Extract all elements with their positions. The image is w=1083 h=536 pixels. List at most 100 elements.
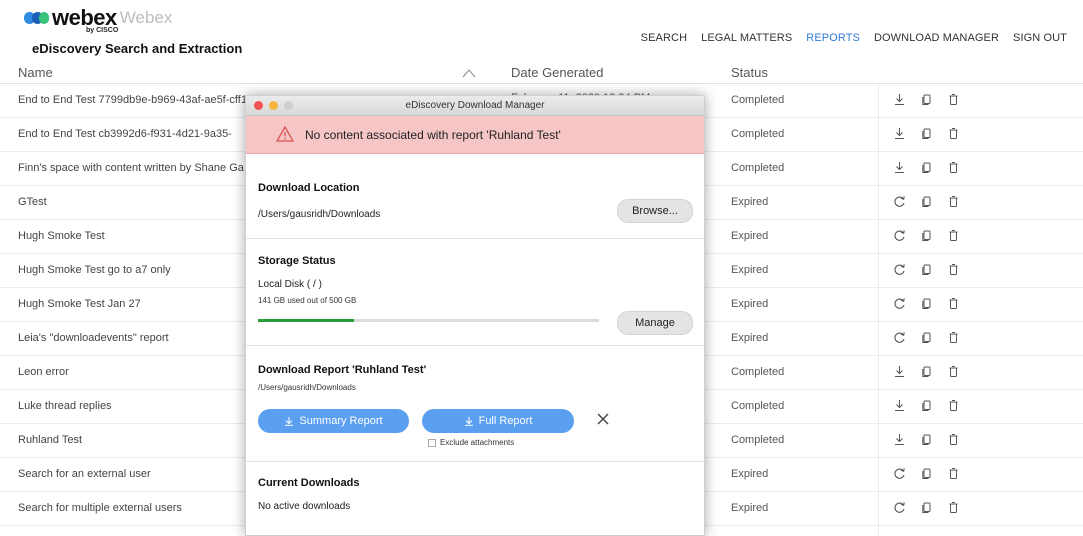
nav-reports[interactable]: REPORTS xyxy=(806,32,860,44)
copy-icon[interactable] xyxy=(920,433,933,446)
copy-icon[interactable] xyxy=(920,127,933,140)
app-title: eDiscovery Search and Extraction xyxy=(32,41,243,56)
refresh-icon[interactable] xyxy=(893,229,906,242)
dialog-title: eDiscovery Download Manager xyxy=(405,100,545,111)
nav-search[interactable]: SEARCH xyxy=(641,32,687,44)
refresh-icon[interactable] xyxy=(893,467,906,480)
report-status: Completed xyxy=(731,162,785,174)
report-name[interactable]: Hugh Smoke Test Jan 27 xyxy=(18,298,141,310)
browse-button[interactable]: Browse... xyxy=(617,199,693,223)
copy-icon[interactable] xyxy=(920,195,933,208)
nav-legal-matters[interactable]: LEGAL MATTERS xyxy=(701,32,792,44)
refresh-icon[interactable] xyxy=(893,331,906,344)
copy-icon[interactable] xyxy=(920,501,933,514)
manage-button[interactable]: Manage xyxy=(617,311,693,335)
delete-icon[interactable] xyxy=(947,501,960,514)
report-status: Expired xyxy=(731,298,769,310)
row-actions xyxy=(893,433,960,446)
column-header-date[interactable]: Date Generated xyxy=(511,65,604,80)
logo-block: webex Webex by CISCO eDiscovery Search a… xyxy=(18,3,296,65)
error-alert: No content associated with report 'Ruhla… xyxy=(246,116,704,154)
storage-progress-fill xyxy=(258,319,355,322)
summary-report-button[interactable]: Summary Report xyxy=(258,409,409,433)
report-status: Expired xyxy=(731,264,769,276)
report-name[interactable]: Search for an external user xyxy=(18,468,151,480)
delete-icon[interactable] xyxy=(947,161,960,174)
nav-sign-out[interactable]: SIGN OUT xyxy=(1013,32,1067,44)
row-actions xyxy=(893,93,960,106)
delete-icon[interactable] xyxy=(947,229,960,242)
report-status: Completed xyxy=(731,400,785,412)
report-name[interactable]: Finn's space with content written by Sha… xyxy=(18,162,244,174)
report-status: Expired xyxy=(731,468,769,480)
delete-icon[interactable] xyxy=(947,365,960,378)
alert-message: No content associated with report 'Ruhla… xyxy=(305,128,561,142)
delete-icon[interactable] xyxy=(947,467,960,480)
row-actions xyxy=(893,161,960,174)
report-name[interactable]: Hugh Smoke Test xyxy=(18,230,105,242)
copy-icon[interactable] xyxy=(920,263,933,276)
report-name[interactable]: End to End Test cb3992d6-f931-4d21-9a35- xyxy=(18,128,232,140)
report-name[interactable]: GTest xyxy=(18,196,47,208)
delete-icon[interactable] xyxy=(947,93,960,106)
refresh-icon[interactable] xyxy=(893,297,906,310)
report-status: Completed xyxy=(731,128,785,140)
download-icon xyxy=(464,417,473,426)
logo-ghost-text: Webex xyxy=(119,8,173,27)
full-report-button[interactable]: Full Report xyxy=(422,409,574,433)
top-nav: SEARCH LEGAL MATTERS REPORTS DOWNLOAD MA… xyxy=(627,32,1067,44)
current-downloads-section: Current Downloads No active downloads xyxy=(246,462,704,536)
summary-report-label: Summary Report xyxy=(299,415,383,427)
close-icon[interactable] xyxy=(596,412,610,426)
report-status: Expired xyxy=(731,230,769,242)
column-header-status[interactable]: Status xyxy=(731,65,768,80)
download-location-section: Download Location /Users/gausridh/Downlo… xyxy=(246,154,704,239)
copy-icon[interactable] xyxy=(920,229,933,242)
refresh-icon[interactable] xyxy=(893,195,906,208)
copy-icon[interactable] xyxy=(920,399,933,412)
exclude-attachments-checkbox[interactable] xyxy=(428,438,436,447)
report-status: Expired xyxy=(731,502,769,514)
copy-icon[interactable] xyxy=(920,297,933,310)
delete-icon[interactable] xyxy=(947,331,960,344)
warning-icon xyxy=(276,126,294,142)
delete-icon[interactable] xyxy=(947,297,960,310)
report-name[interactable]: Hugh Smoke Test go to a7 only xyxy=(18,264,171,276)
sort-ascending-icon[interactable] xyxy=(462,68,476,78)
delete-icon[interactable] xyxy=(947,263,960,276)
delete-icon[interactable] xyxy=(947,195,960,208)
refresh-icon[interactable] xyxy=(893,263,906,276)
row-actions xyxy=(893,229,960,242)
refresh-icon[interactable] xyxy=(893,501,906,514)
download-icon[interactable] xyxy=(893,433,906,446)
copy-icon[interactable] xyxy=(920,467,933,480)
current-downloads-title: Current Downloads xyxy=(258,477,360,489)
report-status: Expired xyxy=(731,332,769,344)
nav-download-manager[interactable]: DOWNLOAD MANAGER xyxy=(874,32,999,44)
webex-logo-icon xyxy=(24,10,50,26)
download-icon[interactable] xyxy=(893,365,906,378)
row-actions xyxy=(893,399,960,412)
delete-icon[interactable] xyxy=(947,127,960,140)
download-icon[interactable] xyxy=(893,399,906,412)
report-name[interactable]: Search for multiple external users xyxy=(18,502,182,514)
row-actions xyxy=(893,127,960,140)
copy-icon[interactable] xyxy=(920,93,933,106)
copy-icon[interactable] xyxy=(920,161,933,174)
copy-icon[interactable] xyxy=(920,365,933,378)
delete-icon[interactable] xyxy=(947,433,960,446)
download-icon[interactable] xyxy=(893,161,906,174)
delete-icon[interactable] xyxy=(947,399,960,412)
report-name[interactable]: Luke thread replies xyxy=(18,400,112,412)
download-icon[interactable] xyxy=(893,127,906,140)
reports-table-header: Name Date Generated Status xyxy=(0,62,1083,84)
row-actions xyxy=(893,331,960,344)
storage-status-section: Storage Status Local Disk ( / ) 141 GB u… xyxy=(246,239,704,346)
report-name[interactable]: Ruhland Test xyxy=(18,434,82,446)
download-icon[interactable] xyxy=(893,93,906,106)
row-actions xyxy=(893,297,960,310)
copy-icon[interactable] xyxy=(920,331,933,344)
report-name[interactable]: Leon error xyxy=(18,366,69,378)
column-header-name[interactable]: Name xyxy=(18,65,53,80)
report-name[interactable]: Leia's "downloadevents" report xyxy=(18,332,169,344)
